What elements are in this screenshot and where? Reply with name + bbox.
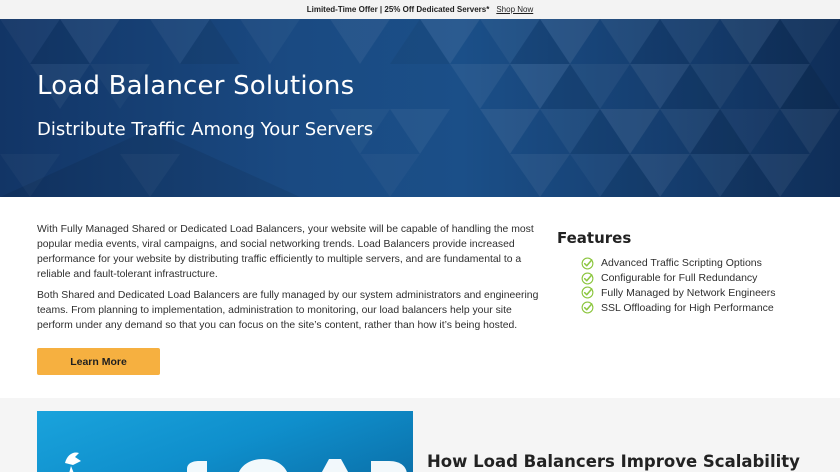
- hero-banner: Load Balancer Solutions Distribute Traff…: [0, 19, 840, 197]
- feature-item: Fully Managed by Network Engineers: [557, 286, 827, 301]
- features-panel: Features Advanced Traffic Scripting Opti…: [557, 229, 827, 315]
- features-title: Features: [557, 229, 632, 247]
- feature-label: Fully Managed by Network Engineers: [601, 286, 776, 299]
- page-subtitle: Distribute Traffic Among Your Servers: [37, 119, 374, 140]
- check-circle-icon: [581, 272, 594, 285]
- learn-more-button[interactable]: Learn More: [37, 348, 160, 375]
- check-circle-icon: [581, 257, 594, 270]
- intro-paragraph: With Fully Managed Shared or Dedicated L…: [37, 224, 534, 280]
- check-circle-icon: [581, 301, 594, 314]
- intro-section: With Fully Managed Shared or Dedicated L…: [0, 197, 840, 398]
- scalability-section: How Load Balancers Improve Scalability: [0, 398, 840, 472]
- hero-triangle-pattern: [0, 19, 840, 197]
- feature-item: Configurable for Full Redundancy: [557, 271, 827, 286]
- shop-now-link[interactable]: Shop Now: [496, 5, 533, 14]
- graphic-illustration: [65, 452, 407, 472]
- feature-item: Advanced Traffic Scripting Options: [557, 256, 827, 271]
- feature-label: Advanced Traffic Scripting Options: [601, 257, 762, 270]
- scalability-heading: How Load Balancers Improve Scalability: [427, 452, 800, 471]
- promo-bar: Limited-Time Offer | 25% Off Dedicated S…: [0, 0, 840, 19]
- video-thumbnail[interactable]: [37, 411, 413, 472]
- promo-text: Limited-Time Offer | 25% Off Dedicated S…: [306, 5, 490, 14]
- feature-item: SSL Offloading for High Performance: [557, 300, 827, 315]
- intro-paragraph: Both Shared and Dedicated Load Balancers…: [37, 290, 539, 331]
- feature-label: Configurable for Full Redundancy: [601, 272, 758, 285]
- check-circle-icon: [581, 287, 594, 299]
- feature-list: Advanced Traffic Scripting Options Confi…: [557, 256, 827, 315]
- page-title: Load Balancer Solutions: [37, 71, 355, 101]
- feature-label: SSL Offloading for High Performance: [601, 301, 774, 314]
